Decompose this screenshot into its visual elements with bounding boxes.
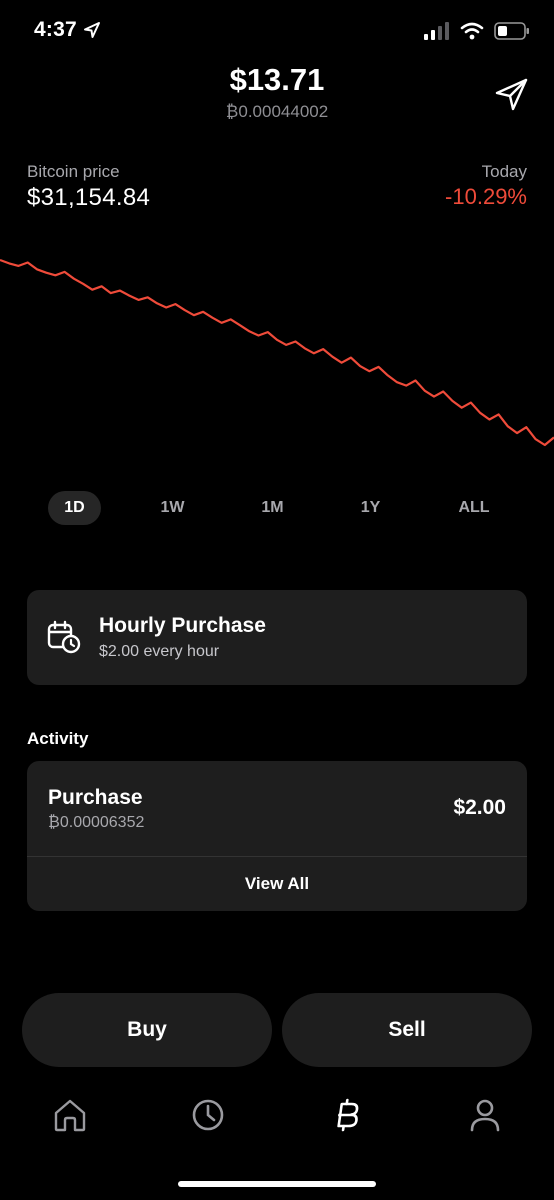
period-label: Today (481, 162, 527, 181)
profile-icon (470, 1099, 500, 1132)
send-button[interactable] (492, 74, 532, 114)
status-time-group: 4:37 (34, 18, 101, 42)
balance-usd: $13.71 (229, 62, 325, 97)
range-tab-1m[interactable]: 1M (246, 491, 299, 525)
recurring-purchase-card[interactable]: Hourly Purchase $2.00 every hour (27, 590, 527, 685)
range-tabs: 1D 1W 1M 1Y ALL (48, 491, 508, 527)
buy-button[interactable]: Buy (22, 993, 272, 1067)
send-icon (495, 78, 528, 111)
home-indicator (178, 1181, 376, 1187)
recurring-subtitle: $2.00 every hour (99, 643, 220, 660)
range-tab-1d[interactable]: 1D (48, 491, 101, 525)
range-tab-1w[interactable]: 1W (146, 491, 199, 525)
status-time: 4:37 (34, 18, 77, 41)
bitcoin-screen: 4:37 $13.71 ₿0.00044002 Bitcoin price $3… (0, 0, 554, 1200)
location-arrow-icon (83, 22, 100, 38)
calendar-clock-icon (47, 620, 81, 654)
range-tab-all[interactable]: ALL (444, 491, 504, 525)
tab-home[interactable] (50, 1095, 90, 1135)
price-chart[interactable] (0, 240, 554, 470)
balance-btc: ₿0.00044002 (225, 102, 329, 121)
home-icon (54, 1099, 86, 1132)
price-value: $31,154.84 (27, 184, 151, 211)
price-line (0, 258, 554, 447)
tab-bar (0, 1085, 554, 1145)
activity-item-btc: ₿0.00006352 (48, 814, 145, 831)
tab-profile[interactable] (465, 1095, 505, 1135)
activity-item[interactable]: Purchase ₿0.00006352 $2.00 (27, 761, 527, 856)
tab-bitcoin[interactable] (326, 1095, 366, 1135)
view-all-button[interactable]: View All (27, 857, 527, 911)
range-tab-1y[interactable]: 1Y (344, 491, 397, 525)
price-change: -10.29% (445, 184, 527, 209)
sell-button[interactable]: Sell (282, 993, 532, 1067)
cellular-signal-icon (424, 22, 449, 40)
activity-heading: Activity (27, 729, 89, 748)
bitcoin-icon (337, 1098, 359, 1132)
clock-icon (192, 1099, 224, 1131)
battery-icon (494, 22, 529, 40)
wifi-icon (460, 22, 484, 40)
recurring-title: Hourly Purchase (99, 614, 266, 637)
price-label: Bitcoin price (27, 162, 120, 181)
status-icons (424, 22, 530, 40)
activity-item-title: Purchase (48, 786, 143, 809)
status-bar: 4:37 (0, 0, 554, 66)
activity-card: Purchase ₿0.00006352 $2.00 View All (27, 761, 527, 911)
tab-activity[interactable] (188, 1095, 228, 1135)
activity-item-amount: $2.00 (453, 796, 506, 819)
